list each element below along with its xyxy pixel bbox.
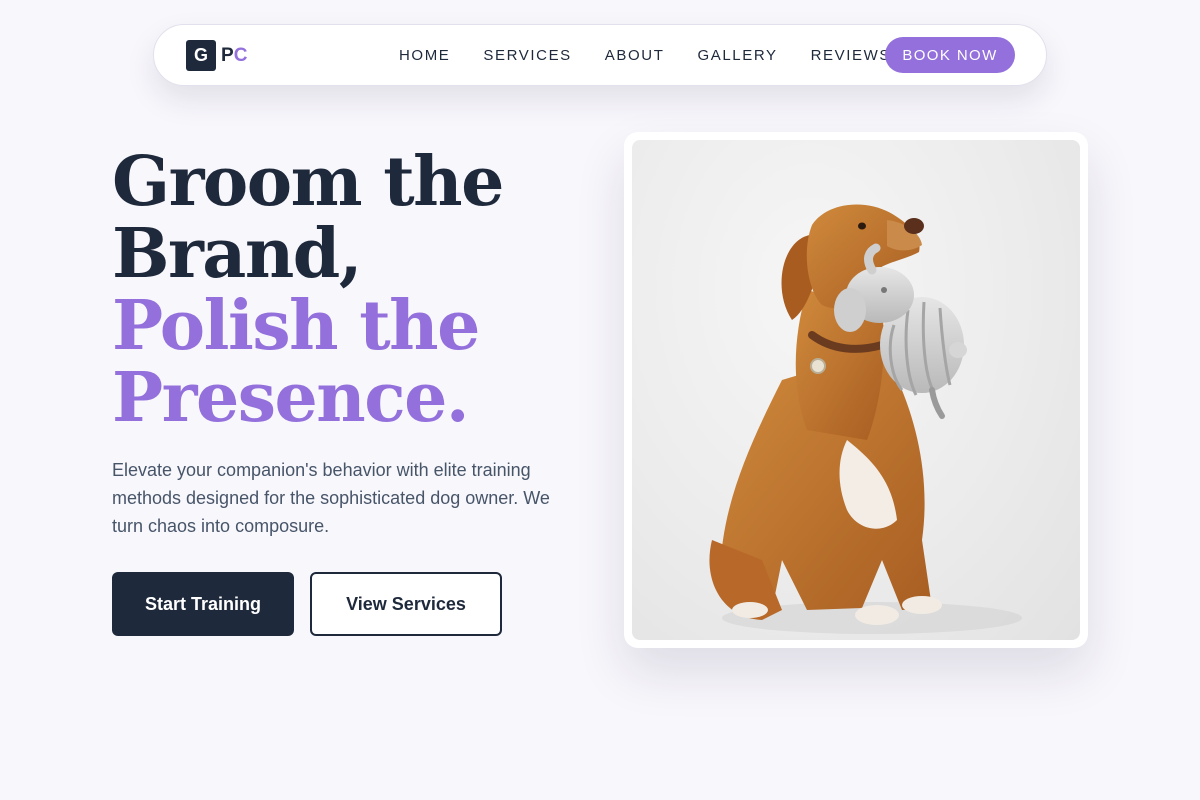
nav-link-home[interactable]: HOME [399,47,450,64]
nav-link-services[interactable]: SERVICES [483,47,571,64]
nav-links: HOME SERVICES ABOUT GALLERY REVIEWS [399,25,924,85]
nav-link-reviews[interactable]: REVIEWS [811,47,891,64]
hero-image-dog-with-toy [632,140,1080,640]
hero-headline: Groom the Brand, Polish the Presence. [112,142,504,438]
logo[interactable]: G PC [186,40,247,71]
hero-image-frame [624,132,1088,648]
logo-letter-c: C [233,44,248,66]
headline-line-2: Brand, [112,214,363,294]
nav-link-about[interactable]: ABOUT [605,47,665,64]
headline-line-4: Presence. [112,358,470,438]
view-services-button[interactable]: View Services [310,572,502,636]
logo-mark: G [186,40,216,71]
hero-description: Elevate your companion's behavior with e… [112,460,550,536]
logo-letter-p: P [221,44,234,66]
start-training-button[interactable]: Start Training [112,572,294,636]
headline-line-3: Polish the [112,286,480,366]
book-now-button[interactable]: BOOK NOW [885,37,1015,73]
dog-illustration [709,204,1022,634]
top-navigation: G PC HOME SERVICES ABOUT GALLERY REVIEWS… [153,24,1047,86]
nav-link-gallery[interactable]: GALLERY [697,47,777,64]
headline-line-1: Groom the [112,142,504,222]
